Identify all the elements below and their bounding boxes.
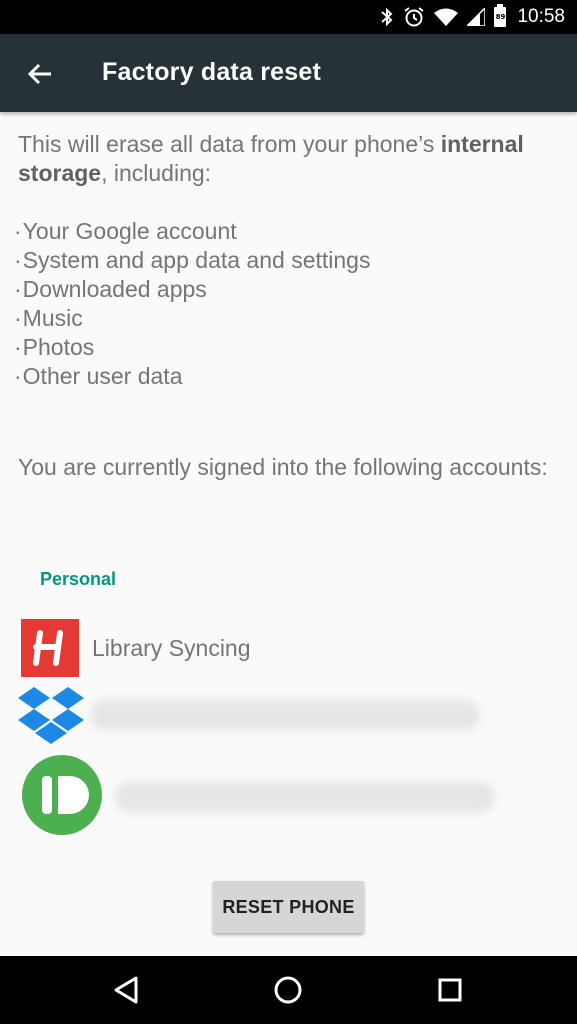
account-row-library-syncing: Library Syncing xyxy=(0,617,577,679)
hundred-zeros-app-icon xyxy=(21,619,79,677)
bluetooth-icon xyxy=(380,7,394,27)
list-item: Other user data xyxy=(14,362,370,391)
blurred-email xyxy=(90,699,480,731)
list-item: Photos xyxy=(14,333,370,362)
wifi-icon xyxy=(434,8,459,26)
home-circle-icon xyxy=(274,976,302,1004)
pushbullet-icon xyxy=(20,753,104,837)
alarm-icon xyxy=(403,6,425,28)
list-item: Your Google account xyxy=(14,217,370,246)
list-item: Music xyxy=(14,304,370,333)
back-button[interactable] xyxy=(20,54,60,94)
status-bar: 89 10:58 xyxy=(0,0,577,34)
blurred-email xyxy=(115,781,495,813)
signed-in-text: You are currently signed into the follow… xyxy=(18,454,548,480)
account-row-pushbullet xyxy=(0,751,577,837)
nav-bar xyxy=(0,956,577,1024)
account-label: Library Syncing xyxy=(92,635,251,661)
accounts-section-header: Personal xyxy=(40,569,117,589)
reset-phone-button[interactable]: RESET PHONE xyxy=(213,881,364,933)
battery-icon: 89 xyxy=(494,4,507,27)
page-title: Factory data reset xyxy=(102,58,321,86)
nav-home-button[interactable] xyxy=(268,970,308,1010)
recents-square-icon xyxy=(438,978,462,1002)
account-row-dropbox xyxy=(0,683,577,747)
list-item: Downloaded apps xyxy=(14,275,370,304)
status-icons: 89 10:58 xyxy=(380,0,565,34)
app-bar: Factory data reset xyxy=(0,34,577,112)
intro-text: This will erase all data from your phone… xyxy=(18,131,524,186)
cell-signal-icon xyxy=(467,8,486,26)
status-time: 10:58 xyxy=(517,6,565,27)
dropbox-icon xyxy=(17,685,85,747)
arrow-back-icon xyxy=(27,63,51,85)
nav-back-button[interactable] xyxy=(106,970,146,1010)
list-item: System and app data and settings xyxy=(14,246,371,275)
nav-recents-button[interactable] xyxy=(430,970,470,1010)
back-triangle-icon xyxy=(114,976,138,1004)
erase-list: Your Google account System and app data … xyxy=(14,217,371,391)
